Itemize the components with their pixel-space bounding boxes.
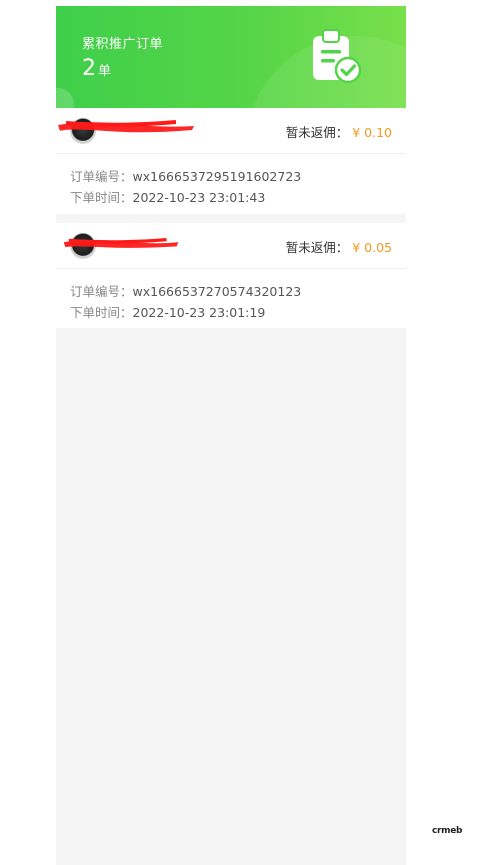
header-decoration-small xyxy=(56,88,74,108)
redaction-mark xyxy=(58,120,194,133)
order-time-line: 下单时间：2022-10-23 23:01:43 xyxy=(70,187,406,208)
order-info: 订单编号：wx1666537270574320123 下单时间：2022-10-… xyxy=(56,269,406,323)
rebate-label: 暂未返佣： xyxy=(285,125,349,140)
order-count-number: 2 xyxy=(82,56,96,81)
rebate-amount: ¥ 0.10 xyxy=(352,125,392,140)
rebate-amount: ¥ 0.05 xyxy=(352,240,392,255)
order-number-label: 订单编号： xyxy=(70,284,133,299)
clipboard-check-icon xyxy=(313,29,362,84)
order-time-value: 2022-10-23 23:01:43 xyxy=(132,190,266,205)
brand-logo: crmeb xyxy=(432,826,463,836)
page: 累积推广订单 2单 暂未返佣： ¥ 0.10 订单编号：wx1666537295… xyxy=(0,0,478,865)
redaction-mark xyxy=(63,237,179,248)
order-time-label: 下单时间： xyxy=(70,305,133,320)
rebate-status: 暂未返佣： ¥ 0.05 xyxy=(286,237,392,256)
order-card-header: 暂未返佣： ¥ 0.10 xyxy=(56,108,406,154)
header-title: 累积推广订单 xyxy=(82,37,164,52)
order-number-value: wx1666537270574320123 xyxy=(132,284,302,299)
order-card[interactable]: 暂未返佣： ¥ 0.10 订单编号：wx1666537295191602723 下… xyxy=(56,108,406,214)
content-column: 累积推广订单 2单 暂未返佣： ¥ 0.10 订单编号：wx1666537295… xyxy=(56,6,406,865)
order-number-label: 订单编号： xyxy=(70,169,133,184)
rebate-status: 暂未返佣： ¥ 0.10 xyxy=(286,122,392,141)
order-card[interactable]: 暂未返佣： ¥ 0.05 订单编号：wx1666537270574320123 下… xyxy=(56,223,406,328)
order-time-line: 下单时间：2022-10-23 23:01:19 xyxy=(70,302,406,323)
order-card-header: 暂未返佣： ¥ 0.05 xyxy=(56,223,406,269)
rebate-label: 暂未返佣： xyxy=(285,240,349,255)
order-time-label: 下单时间： xyxy=(70,190,133,205)
order-number-value: wx1666537295191602723 xyxy=(132,169,302,184)
order-number-line: 订单编号：wx1666537295191602723 xyxy=(70,166,406,187)
summary-header: 累积推广订单 2单 xyxy=(56,6,406,108)
order-count: 2单 xyxy=(82,56,111,81)
order-count-unit: 单 xyxy=(98,64,112,79)
order-number-line: 订单编号：wx1666537270574320123 xyxy=(70,281,406,302)
order-time-value: 2022-10-23 23:01:19 xyxy=(132,305,266,320)
order-info: 订单编号：wx1666537295191602723 下单时间：2022-10-… xyxy=(56,154,406,208)
